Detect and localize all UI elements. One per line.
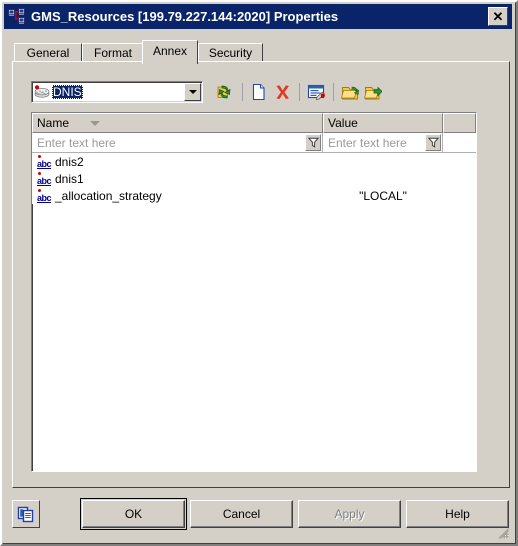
row-name-label: dnis1 bbox=[55, 171, 84, 186]
table-row[interactable]: abc _allocation_strategy "LOCAL" bbox=[32, 187, 476, 204]
grid-body: abc dnis2 abc dnis1 abc _allocation_stra… bbox=[32, 153, 476, 204]
tab-format-label: Format bbox=[93, 46, 132, 60]
help-button[interactable]: Help bbox=[406, 500, 509, 528]
section-combo-box[interactable]: DNIS bbox=[31, 81, 203, 103]
new-section-button[interactable] bbox=[248, 81, 270, 103]
grid-header-row: Name Value bbox=[32, 113, 476, 133]
close-button[interactable]: ✕ bbox=[488, 7, 508, 26]
tab-security[interactable]: Security bbox=[198, 43, 263, 62]
column-header-value-label: Value bbox=[328, 116, 358, 130]
tab-annex[interactable]: Annex bbox=[142, 40, 198, 64]
column-header-name[interactable]: Name bbox=[32, 113, 323, 133]
tab-general[interactable]: General bbox=[14, 43, 82, 62]
row-name-label: dnis2 bbox=[55, 154, 84, 169]
row-name-cell: abc dnis2 bbox=[32, 154, 323, 169]
abc-icon-text: abc bbox=[37, 175, 52, 186]
section-combo-dropdown-button[interactable] bbox=[184, 83, 201, 101]
filter-button-name[interactable] bbox=[305, 134, 321, 151]
abc-string-option-icon: abc bbox=[37, 154, 52, 169]
column-header-name-label: Name bbox=[37, 116, 70, 130]
export-button[interactable] bbox=[362, 81, 384, 103]
funnel-filter-icon bbox=[307, 137, 319, 148]
filter-button-value[interactable] bbox=[425, 134, 441, 151]
sort-descending-icon bbox=[90, 121, 100, 126]
toolbar-separator-2 bbox=[299, 83, 300, 101]
tab-strip: General Format Annex Security bbox=[14, 40, 508, 64]
row-name-cell: abc _allocation_strategy bbox=[32, 188, 323, 203]
column-header-spare bbox=[443, 113, 476, 133]
import-button[interactable] bbox=[339, 81, 361, 103]
abc-icon-text: abc bbox=[37, 158, 52, 169]
section-combo-value: DNIS bbox=[52, 84, 184, 100]
network-resource-icon bbox=[8, 7, 26, 26]
row-value-cell: "LOCAL" bbox=[359, 188, 407, 203]
abc-icon-dot bbox=[38, 188, 41, 192]
edit-option-button[interactable] bbox=[305, 81, 327, 103]
toolbar-separator-1 bbox=[242, 83, 243, 101]
apply-button: Apply bbox=[298, 500, 401, 528]
annex-options-grid[interactable]: Name Value Enter text here Enter text he… bbox=[31, 112, 477, 472]
window-title: GMS_Resources [199.79.227.144:2020] Prop… bbox=[31, 9, 339, 24]
resize-grip-icon[interactable] bbox=[496, 526, 510, 540]
help-button-label: Help bbox=[445, 507, 470, 521]
abc-icon-dot bbox=[38, 154, 41, 158]
filter-input-name[interactable]: Enter text here bbox=[32, 136, 305, 150]
column-header-value[interactable]: Value bbox=[323, 113, 443, 133]
section-combo-selected-text: DNIS bbox=[52, 85, 83, 99]
section-stack-icon bbox=[34, 85, 50, 99]
ok-button[interactable]: OK bbox=[80, 498, 187, 530]
filter-input-value[interactable]: Enter text here bbox=[323, 136, 425, 150]
copy-button[interactable] bbox=[12, 500, 40, 528]
apply-button-label: Apply bbox=[334, 507, 365, 521]
toolbar-separator-3 bbox=[333, 83, 334, 101]
close-icon: ✕ bbox=[492, 9, 504, 24]
dialog-footer: OK Cancel Apply Help bbox=[4, 494, 512, 542]
tab-general-label: General bbox=[26, 46, 70, 60]
properties-dialog-window: GMS_Resources [199.79.227.144:2020] Prop… bbox=[0, 0, 518, 546]
annex-tab-page: DNIS Name Value Enter text here Enter te… bbox=[12, 61, 510, 488]
cancel-button[interactable]: Cancel bbox=[190, 500, 293, 528]
table-row[interactable]: abc dnis2 bbox=[32, 153, 476, 170]
abc-string-option-icon: abc bbox=[37, 171, 52, 186]
abc-icon-text: abc bbox=[37, 192, 52, 203]
filter-cell-value[interactable]: Enter text here bbox=[323, 133, 443, 153]
refresh-button[interactable] bbox=[214, 81, 236, 103]
row-name-label: _allocation_strategy bbox=[55, 188, 162, 203]
table-row[interactable]: abc dnis1 bbox=[32, 170, 476, 187]
title-bar[interactable]: GMS_Resources [199.79.227.144:2020] Prop… bbox=[4, 4, 512, 29]
funnel-filter-icon bbox=[427, 137, 439, 148]
row-name-cell: abc dnis1 bbox=[32, 171, 323, 186]
tab-annex-label: Annex bbox=[152, 44, 188, 58]
filter-cell-name[interactable]: Enter text here bbox=[32, 133, 323, 153]
chevron-down-icon bbox=[188, 90, 197, 94]
copy-pages-icon bbox=[17, 506, 34, 523]
cancel-button-label: Cancel bbox=[222, 507, 261, 521]
tab-format[interactable]: Format bbox=[82, 43, 144, 62]
delete-button[interactable] bbox=[271, 81, 293, 103]
abc-string-option-icon: abc bbox=[37, 188, 52, 203]
tab-security-label: Security bbox=[208, 46, 253, 60]
annex-toolbar: DNIS bbox=[31, 79, 491, 105]
ok-button-label: OK bbox=[124, 507, 143, 521]
grid-filter-row: Enter text here Enter text here bbox=[32, 133, 476, 153]
filter-cell-spare bbox=[443, 133, 476, 153]
abc-icon-dot bbox=[38, 171, 41, 175]
